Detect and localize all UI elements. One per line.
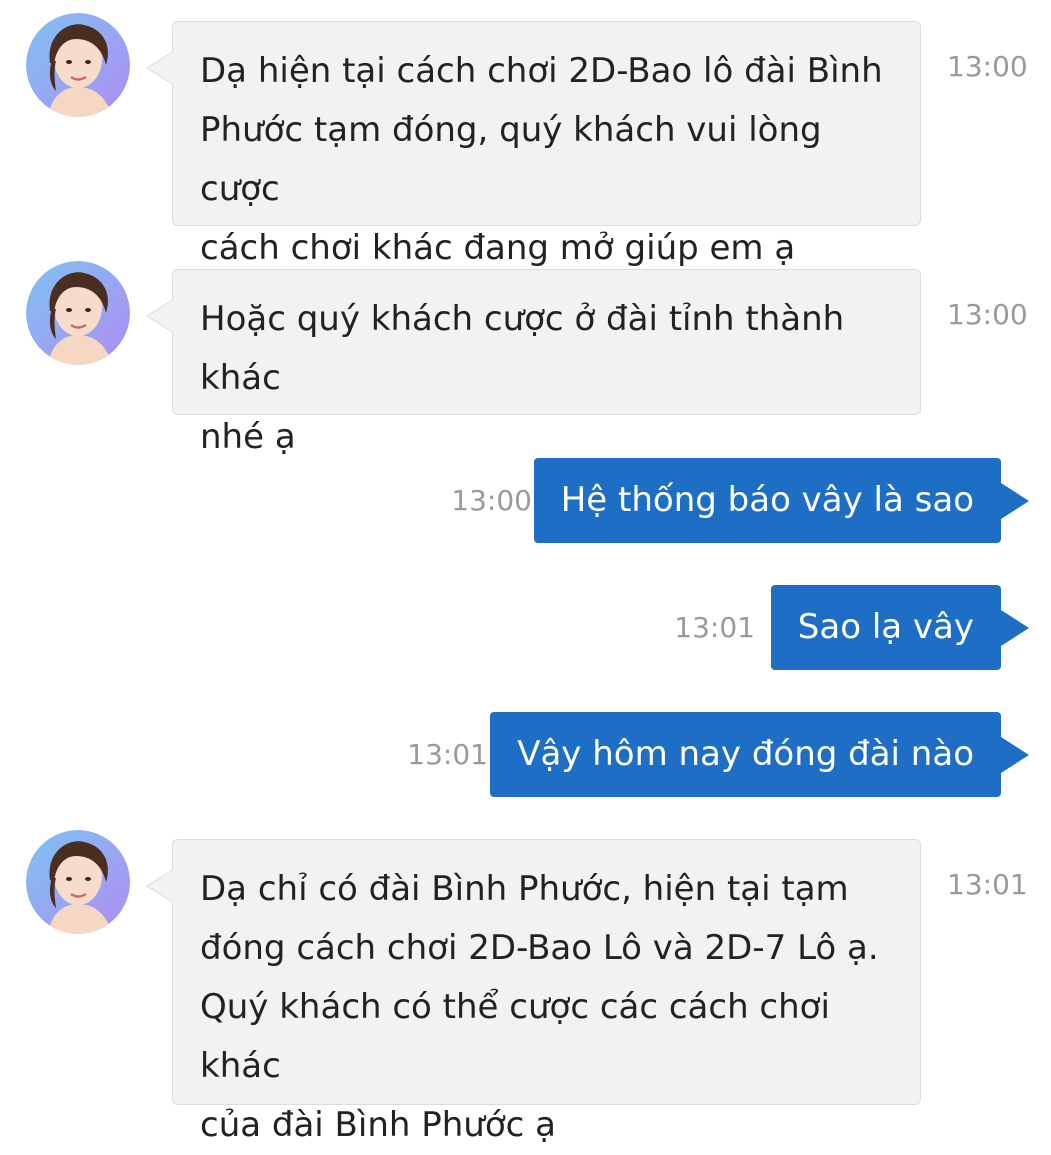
outgoing-message-bubble[interactable]: Vậy hôm nay đóng đài nào: [490, 712, 1029, 797]
female-agent-avatar-icon: [26, 261, 130, 365]
message-timestamp: 13:00: [451, 484, 532, 517]
agent-avatar[interactable]: [26, 13, 130, 117]
message-line: đóng cách chơi 2D-Bao Lô và 2D-7 Lô ạ.: [200, 928, 879, 968]
message-timestamp: 13:00: [947, 298, 1028, 331]
message-text: Hệ thống báo vây là sao: [560, 480, 974, 520]
bubble-tail: [146, 51, 173, 85]
message-timestamp: 13:01: [674, 611, 755, 644]
incoming-message-bubble[interactable]: Hoặc quý khách cược ở đài tỉnh thành khá…: [146, 269, 921, 457]
message-line: của đài Bình Phước ạ: [200, 1105, 556, 1145]
message-line: Dạ chỉ có đài Bình Phước, hiện tại tạm: [200, 869, 849, 909]
agent-avatar[interactable]: [26, 830, 130, 934]
agent-avatar[interactable]: [26, 261, 130, 365]
message-line: Quý khách có thể cược các cách chơi khác: [200, 987, 830, 1086]
chat-thread: Dạ hiện tại cách chơi 2D-Bao lô đài Bình…: [0, 0, 1051, 1145]
incoming-message-bubble[interactable]: Dạ chỉ có đài Bình Phước, hiện tại tạm đ…: [146, 839, 921, 1145]
message-timestamp: 13:01: [407, 738, 488, 771]
outgoing-message-bubble[interactable]: Sao lạ vây: [770, 585, 1029, 670]
message-line: Hoặc quý khách cược ở đài tỉnh thành khá…: [200, 299, 845, 398]
message-line: Dạ hiện tại cách chơi 2D-Bao lô đài Bình: [200, 51, 883, 91]
message-timestamp: 13:00: [947, 50, 1028, 83]
bubble-tail: [1001, 483, 1029, 519]
outgoing-message-bubble[interactable]: Hệ thống báo vây là sao: [533, 458, 1029, 543]
female-agent-avatar-icon: [26, 830, 130, 934]
bubble-tail: [146, 869, 173, 903]
bubble-tail: [1001, 737, 1029, 773]
message-timestamp: 13:01: [947, 868, 1028, 901]
message-line: Phước tạm đóng, quý khách vui lòng cược: [200, 110, 822, 209]
bubble-tail: [1001, 610, 1029, 646]
incoming-message-bubble[interactable]: Dạ hiện tại cách chơi 2D-Bao lô đài Bình…: [146, 21, 921, 268]
female-agent-avatar-icon: [26, 13, 130, 117]
message-text: Sao lạ vây: [797, 607, 974, 647]
bubble-tail: [146, 299, 173, 333]
message-text: Vậy hôm nay đóng đài nào: [517, 734, 974, 774]
